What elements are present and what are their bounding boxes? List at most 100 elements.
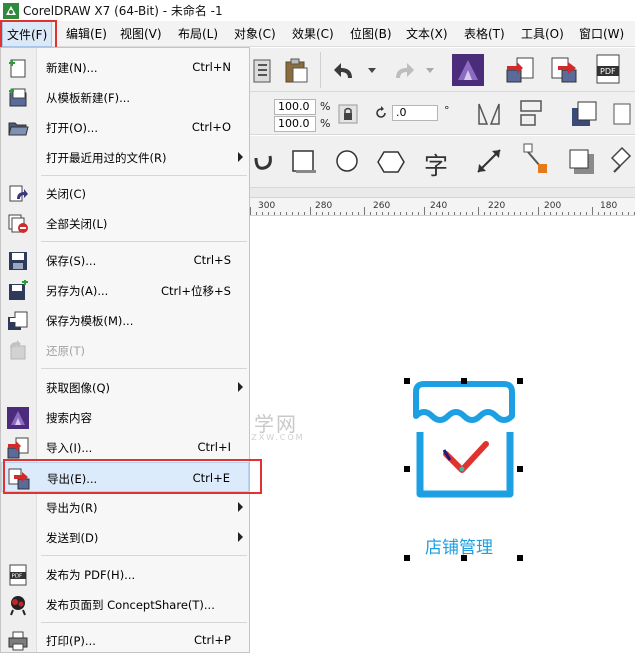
selection-handle[interactable] — [404, 378, 410, 384]
ellipse-tool-icon[interactable] — [334, 148, 362, 176]
menu-item-save[interactable]: 保存(S)... Ctrl+S — [1, 245, 249, 275]
align-icon[interactable] — [612, 100, 634, 128]
menu-view[interactable]: 视图(V) — [120, 25, 162, 42]
undo-dropdown-icon[interactable] — [368, 68, 376, 73]
menu-table[interactable]: 表格(T) — [464, 25, 505, 42]
menu-window[interactable]: 窗口(W) — [579, 25, 624, 42]
menu-file[interactable]: 文件(F) — [2, 21, 53, 47]
menu-item-save-as[interactable]: 另存为(A)... Ctrl+位移+S — [1, 275, 249, 305]
text-tool-icon[interactable]: 字 — [424, 146, 448, 181]
selection-handle[interactable] — [461, 378, 467, 384]
rotation-angle-field[interactable]: .0 — [392, 105, 438, 121]
menu-item-send-to[interactable]: 发送到(D) — [1, 522, 249, 552]
ruler-tick — [628, 212, 629, 215]
mirror-vertical-icon[interactable] — [518, 98, 544, 128]
ruler-tick — [514, 212, 515, 215]
export-icon[interactable] — [550, 56, 580, 84]
redo-dropdown-icon[interactable] — [426, 68, 434, 73]
fill-tool-icon[interactable] — [608, 142, 634, 174]
menu-item-new-from-template[interactable]: 从模板新建(F)... — [1, 82, 249, 112]
ruler-tick — [436, 212, 437, 215]
degree-label: ° — [444, 104, 450, 117]
menu-item-export-as[interactable]: 导出为(R) — [1, 492, 249, 522]
order-objects-icon[interactable] — [570, 100, 598, 128]
ruler-tick — [346, 212, 347, 215]
rectangle-tool-icon[interactable] — [290, 148, 318, 176]
selection-handle[interactable] — [517, 555, 523, 561]
menu-separator — [41, 175, 247, 176]
ruler-tick — [310, 207, 311, 215]
menu-item-conceptshare[interactable]: 发布页面到 ConceptShare(T)... — [1, 589, 249, 619]
ruler-tick — [448, 212, 449, 215]
clipboard-icon[interactable] — [252, 56, 272, 84]
ruler-tick — [352, 212, 353, 215]
dimension-tool-icon[interactable] — [474, 146, 504, 176]
ruler-tick — [556, 212, 557, 215]
submenu-arrow-icon — [238, 532, 243, 542]
menu-item-new[interactable]: 新建(N)... Ctrl+N — [1, 52, 249, 82]
drop-shadow-tool-icon[interactable] — [568, 148, 596, 176]
lock-ratio-icon[interactable] — [338, 104, 358, 124]
selection-handle[interactable] — [517, 378, 523, 384]
undo-icon[interactable] — [332, 60, 358, 82]
import-icon[interactable] — [505, 56, 535, 84]
selection-handle[interactable] — [517, 466, 523, 472]
menu-effects[interactable]: 效果(C) — [292, 25, 334, 42]
ruler-tick — [274, 212, 275, 215]
menu-item-close-all[interactable]: 全部关闭(L) — [1, 208, 249, 238]
menu-edit[interactable]: 编辑(E) — [66, 25, 107, 42]
menu-item-shortcut: Ctrl+N — [192, 60, 231, 74]
ruler-label: 240 — [430, 201, 448, 211]
paste-icon[interactable] — [282, 56, 310, 84]
menu-item-close[interactable]: 关闭(C) — [1, 178, 249, 208]
menu-text[interactable]: 文本(X) — [406, 25, 448, 42]
menu-item-save-as-template[interactable]: 保存为模板(M)... — [1, 305, 249, 335]
redo-icon[interactable] — [390, 60, 416, 82]
ruler-tick — [382, 212, 383, 215]
menu-item-open[interactable]: 打开(O)... Ctrl+O — [1, 112, 249, 142]
menu-separator — [41, 241, 247, 242]
menu-item-label: 关闭(C) — [46, 187, 87, 201]
search-content-icon[interactable] — [452, 54, 484, 86]
publish-pdf-icon[interactable]: PDF — [594, 54, 624, 86]
height-scale-field[interactable]: 100.0 — [274, 116, 316, 132]
polygon-tool-icon[interactable] — [376, 148, 406, 176]
menu-item-search-content[interactable]: 搜索内容 — [1, 402, 249, 432]
ruler-label: 200 — [544, 201, 562, 211]
menu-bitmaps[interactable]: 位图(B) — [350, 25, 392, 42]
connector-tool-icon[interactable] — [520, 142, 550, 176]
logo-caption[interactable]: 店铺管理 — [425, 533, 493, 558]
ruler-tick — [286, 212, 287, 215]
selection-handle[interactable] — [404, 466, 410, 472]
menu-layout[interactable]: 布局(L) — [178, 25, 218, 42]
ruler-tick — [394, 212, 395, 215]
ruler-tick — [472, 212, 473, 215]
width-scale-field[interactable]: 100.0 — [274, 99, 316, 115]
menu-item-publish-pdf[interactable]: PDF 发布为 PDF(H)... — [1, 559, 249, 589]
ruler-tick — [322, 212, 323, 215]
menu-item-print[interactable]: 打印(P)... Ctrl+P — [1, 625, 249, 653]
ruler-tick — [400, 212, 401, 215]
ruler-tick — [508, 212, 509, 215]
ruler-tick — [520, 212, 521, 215]
menu-item-export[interactable]: 导出(E)... Ctrl+E — [1, 462, 249, 492]
menu-item-revert: 还原(T) — [1, 335, 249, 365]
menu-item-label: 导出(E)... — [47, 472, 98, 486]
menu-tools[interactable]: 工具(O) — [521, 25, 564, 42]
menu-item-acquire-image[interactable]: 获取图像(Q) — [1, 372, 249, 402]
menu-item-import[interactable]: 导入(I)... Ctrl+I — [1, 432, 249, 462]
menu-item-open-recent[interactable]: 打开最近用过的文件(R) — [1, 142, 249, 172]
mirror-horizontal-icon[interactable] — [476, 100, 502, 128]
save-icon — [9, 252, 27, 270]
menu-item-label: 获取图像(Q) — [46, 381, 111, 395]
menu-object[interactable]: 对象(C) — [234, 25, 276, 42]
selection-handle[interactable] — [404, 555, 410, 561]
ruler-tick — [304, 212, 305, 215]
menu-item-label: 发送到(D) — [46, 531, 99, 545]
property-bar: 100.0 100.0 % % .0 ° — [250, 92, 635, 135]
horizontal-ruler[interactable]: 300 280 260 240 220 200 180 — [250, 198, 635, 216]
menu-item-label: 从模板新建(F)... — [46, 91, 131, 105]
curve-tool-icon[interactable] — [252, 148, 278, 174]
ruler-tick — [256, 212, 257, 215]
ruler-tick — [538, 207, 539, 215]
